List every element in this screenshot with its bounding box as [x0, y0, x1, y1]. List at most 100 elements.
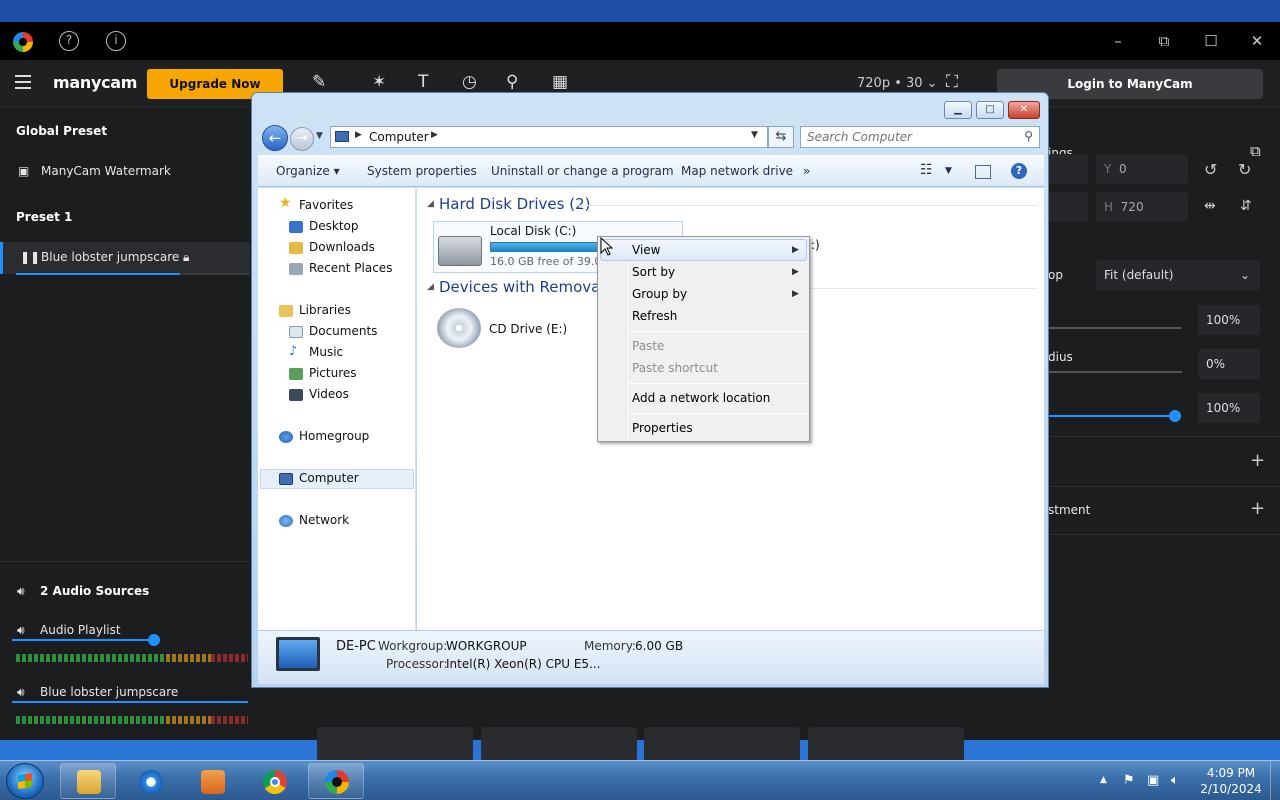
breadcrumb-computer[interactable]: Computer: [369, 130, 429, 144]
audio-item[interactable]: 🔊︎ Blue lobster jumpscare: [0, 677, 250, 709]
search-input[interactable]: [807, 127, 1017, 147]
person-icon[interactable]: ⚲: [506, 72, 518, 92]
info-icon[interactable]: i: [106, 31, 126, 51]
resolution-select[interactable]: 720p • 30 ⌄: [857, 76, 938, 91]
more-commands-button[interactable]: »: [803, 164, 810, 178]
preset-tile[interactable]: [644, 727, 800, 762]
help-icon[interactable]: ?: [1011, 163, 1027, 179]
nav-computer[interactable]: Computer: [299, 471, 359, 485]
menu-item-paste[interactable]: Paste: [632, 339, 664, 353]
search-box[interactable]: ⚲: [800, 126, 1040, 148]
system-properties-button[interactable]: System properties: [367, 164, 477, 178]
radius-value[interactable]: 0%: [1198, 349, 1260, 379]
effects-wand-icon[interactable]: ✶: [372, 72, 386, 92]
group-hard-disk-drives[interactable]: Hard Disk Drives (2): [439, 195, 590, 213]
h-field[interactable]: H 720: [1096, 192, 1188, 222]
volume-slider-knob[interactable]: [1169, 410, 1181, 422]
nav-recent-places[interactable]: Recent Places: [309, 261, 392, 275]
close-button[interactable]: ✕: [1243, 30, 1271, 52]
map-network-drive-button[interactable]: Map network drive: [681, 164, 793, 178]
nav-documents[interactable]: Documents: [309, 324, 377, 338]
restore-button[interactable]: ⧉: [1150, 30, 1178, 52]
back-button[interactable]: ←: [262, 125, 288, 151]
chroma-grid-icon[interactable]: ▦: [552, 72, 568, 92]
nav-favorites[interactable]: Favorites: [299, 198, 353, 212]
collapse-group-icon[interactable]: ◢: [427, 199, 434, 209]
search-icon[interactable]: ⚲: [1024, 129, 1033, 143]
start-button[interactable]: [6, 763, 44, 799]
uninstall-program-button[interactable]: Uninstall or change a program: [491, 164, 674, 178]
add-icon[interactable]: +: [1250, 450, 1265, 471]
text-icon[interactable]: T: [418, 72, 428, 92]
timer-icon[interactable]: ◷: [462, 72, 477, 92]
audio-item-volume-slider[interactable]: [12, 701, 248, 703]
taskbar-internet-explorer[interactable]: [122, 763, 178, 799]
breadcrumb-arrow-icon[interactable]: ▶: [431, 130, 438, 140]
maximize-button[interactable]: ☐: [1197, 30, 1225, 52]
x-field[interactable]: [1048, 154, 1088, 184]
refresh-button[interactable]: ⇆: [768, 126, 794, 148]
collapse-group-icon[interactable]: ◢: [427, 282, 434, 292]
organize-button[interactable]: Organize ▾: [276, 164, 340, 178]
taskbar-chrome[interactable]: [246, 763, 302, 799]
network-icon[interactable]: ▣: [1147, 773, 1159, 788]
popout-icon[interactable]: ⧉: [1250, 142, 1261, 160]
preset-tile[interactable]: [317, 727, 473, 762]
clock[interactable]: 4:09 PM 2/10/2024: [1196, 765, 1266, 797]
preset-tile[interactable]: [481, 727, 637, 762]
watermark-item[interactable]: ▣ ManyCam Watermark: [0, 156, 250, 188]
minimize-button[interactable]: –: [1104, 30, 1132, 52]
volume-slider[interactable]: [1048, 415, 1174, 417]
w-field[interactable]: [1048, 192, 1088, 222]
fullscreen-icon[interactable]: ⛶: [946, 72, 958, 92]
taskbar-explorer[interactable]: [60, 763, 116, 799]
audio-playlist-volume-slider[interactable]: [12, 639, 154, 641]
view-dropdown-icon[interactable]: ▼: [945, 166, 952, 176]
second-drive-label-fragment[interactable]: :): [811, 238, 820, 252]
menu-item-properties[interactable]: Properties: [632, 421, 693, 435]
y-field[interactable]: Y 0: [1096, 154, 1188, 184]
preset-layer-item[interactable]: ❚❚ Blue lobster jumpscare 🔒︎: [0, 242, 250, 274]
menu-icon[interactable]: [15, 75, 31, 89]
action-center-flag-icon[interactable]: ⚑: [1123, 773, 1135, 788]
help-icon[interactable]: ?: [59, 31, 79, 51]
preset-tile[interactable]: [808, 727, 964, 762]
volume-value[interactable]: 100%: [1198, 393, 1260, 423]
taskbar-media-player[interactable]: [184, 763, 240, 799]
radius-slider[interactable]: [1048, 371, 1182, 373]
address-bar[interactable]: ▶ Computer ▶ ▼: [330, 126, 768, 148]
fit-select[interactable]: Fit (default) ⌄: [1096, 260, 1260, 290]
menu-item-refresh[interactable]: Refresh: [632, 309, 677, 323]
recent-pages-icon[interactable]: ▼: [316, 131, 323, 141]
explorer-close-button[interactable]: ✕: [1008, 101, 1040, 119]
group-removable-storage[interactable]: Devices with Removable: [439, 278, 623, 296]
add-adjustment-icon[interactable]: +: [1250, 498, 1265, 519]
menu-item-paste-shortcut[interactable]: Paste shortcut: [632, 361, 718, 375]
nav-pictures[interactable]: Pictures: [309, 366, 357, 380]
address-dropdown-icon[interactable]: ▼: [751, 130, 758, 140]
nav-downloads[interactable]: Downloads: [309, 240, 375, 254]
nav-network[interactable]: Network: [299, 513, 349, 527]
draw-icon[interactable]: ✎: [312, 72, 326, 92]
opacity-value[interactable]: 100%: [1198, 305, 1260, 335]
show-desktop-button[interactable]: [1270, 761, 1280, 800]
nav-desktop[interactable]: Desktop: [309, 219, 359, 233]
nav-videos[interactable]: Videos: [309, 387, 349, 401]
nav-music[interactable]: Music: [309, 345, 343, 359]
rotate-left-icon[interactable]: ↺: [1204, 160, 1217, 179]
change-view-icon[interactable]: ☷: [920, 162, 933, 178]
audio-playlist-item[interactable]: 🔊︎ Audio Playlist: [0, 615, 250, 647]
menu-item-group-by[interactable]: Group by: [632, 287, 687, 301]
taskbar-manycam[interactable]: [308, 763, 364, 799]
flip-horizontal-icon[interactable]: ⇹: [1204, 198, 1216, 214]
pause-icon[interactable]: ❚❚: [20, 250, 40, 264]
rotate-right-icon[interactable]: ↻: [1238, 160, 1251, 179]
nav-homegroup[interactable]: Homegroup: [299, 429, 369, 443]
opacity-slider[interactable]: [1048, 327, 1182, 329]
breadcrumb-arrow-icon[interactable]: ▶: [355, 130, 362, 140]
menu-item-view[interactable]: View: [632, 243, 660, 257]
show-hidden-icons[interactable]: ▲: [1100, 775, 1107, 785]
nav-libraries[interactable]: Libraries: [299, 303, 351, 317]
menu-item-add-network-location[interactable]: Add a network location: [632, 391, 770, 405]
menu-item-sort-by[interactable]: Sort by: [632, 265, 675, 279]
